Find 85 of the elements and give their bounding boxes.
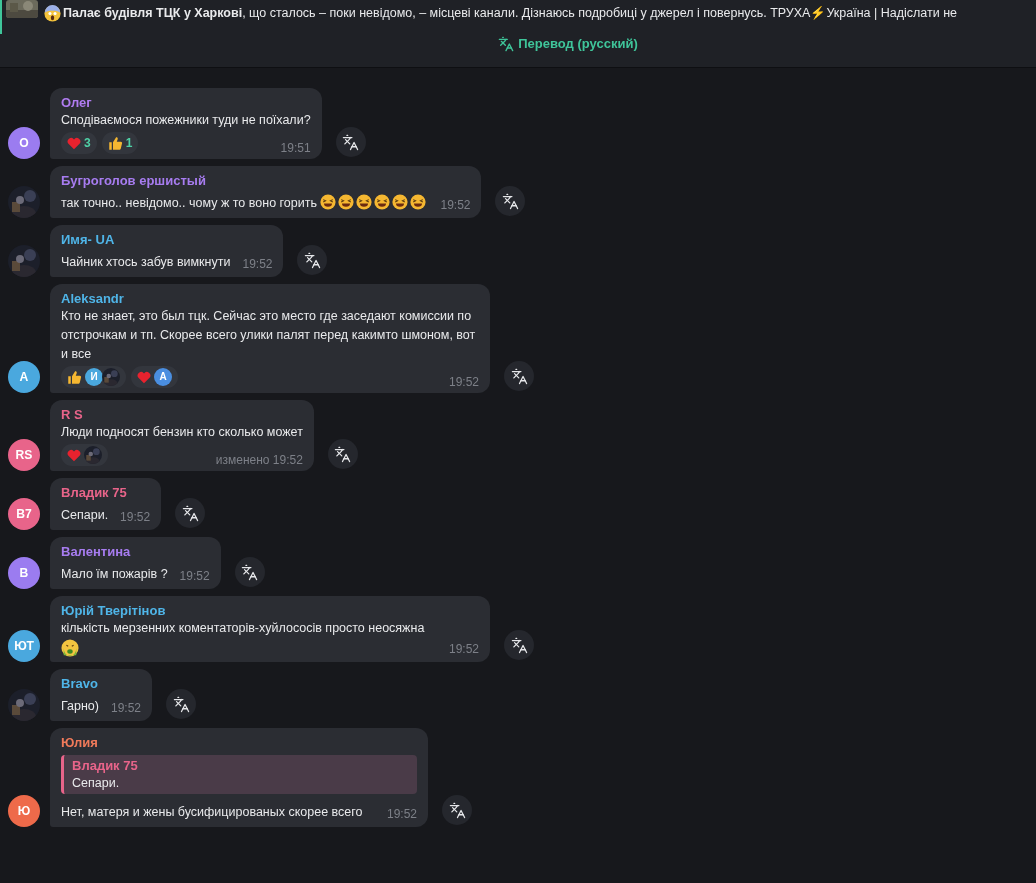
translate-icon <box>448 801 466 819</box>
message-time: 19:52 <box>448 642 479 656</box>
translate-button[interactable] <box>504 630 534 660</box>
message-text: Нет, матеря и жены бусифицированых скорее всего <box>61 804 363 821</box>
message-text: так точно.. невідомо.. чому ж то воно горить <box>61 194 429 213</box>
reaction-count: 1 <box>125 135 133 152</box>
laughing-face-icon <box>320 194 337 210</box>
laughing-face-icon <box>374 194 391 210</box>
translate-button[interactable] <box>166 689 197 719</box>
translate-icon <box>241 563 259 581</box>
translate-button[interactable] <box>335 127 366 157</box>
translate-icon <box>510 367 528 385</box>
reaction-chip[interactable] <box>61 444 108 466</box>
heart-icon <box>67 448 81 462</box>
pinned-message-bar[interactable]: Палає будівля ТЦК у Харкові, що сталось – поки невідомо, – місцеві канали. Дізнаюсь подробиці у джерел і повернусь. ТРУХА⚡Україна | Надіслати не Перевод (русский) <box>0 0 1036 68</box>
author-name: Юлия <box>61 734 99 751</box>
message-time: 19:52 <box>386 807 417 821</box>
translate-button[interactable] <box>504 361 534 391</box>
avatar[interactable]: В <box>8 557 40 589</box>
message-text: Чайник хтось забув вимкнути <box>61 254 231 271</box>
heart-icon <box>137 370 151 384</box>
translate-button[interactable] <box>442 795 472 825</box>
thumbs-up-icon <box>67 369 82 385</box>
translate-button[interactable] <box>495 186 526 216</box>
message-text: Гарно) <box>61 698 99 715</box>
translate-icon <box>498 35 515 52</box>
avatar[interactable]: О <box>8 127 40 159</box>
thumbs-up-icon <box>107 135 123 151</box>
sick-face-icon <box>61 638 79 657</box>
reply-author: Владик 75 <box>72 757 139 774</box>
translate-button[interactable] <box>297 245 328 275</box>
avatar[interactable]: A <box>8 361 40 393</box>
message-time: 19:52 <box>440 198 471 212</box>
message-text: Сподіваємося пожежники туди не поїхали? <box>61 112 311 129</box>
reaction-chip[interactable]: 1 <box>101 132 139 154</box>
author-name: Олег <box>61 94 93 111</box>
message-time: 19:52 <box>179 569 210 583</box>
author-name: Владик 75 <box>61 484 128 501</box>
message-time: 19:52 <box>448 376 479 388</box>
reaction-chip[interactable]: И <box>61 366 126 388</box>
avatar[interactable]: A <box>154 368 172 386</box>
message-text: Кто не знает, это был тцк. Сейчас это место где заседают комиссии по отстрочкам и тп. Скорее всего улики палят перед какимто шмоном, вот и все <box>61 308 477 363</box>
author-name: Валентина <box>61 543 132 560</box>
translate-button[interactable] <box>234 557 265 587</box>
reaction-count: 3 <box>84 135 91 152</box>
author-name: Бугроголов ершистый <box>61 172 207 189</box>
translate-icon <box>342 133 360 151</box>
heart-icon <box>67 136 81 150</box>
message-text: кількість мерзенних коментаторів-хуйлососів просто неосяжна <box>61 619 437 657</box>
translate-icon <box>502 192 519 210</box>
translate-icon <box>510 636 528 654</box>
message-time: 19:52 <box>242 257 273 271</box>
reply-text: Сепари. <box>72 775 121 792</box>
laughing-face-icon <box>392 194 409 210</box>
message-text: Мало їм пожарів ? <box>61 566 168 583</box>
translate-icon <box>172 695 190 713</box>
message-text: Сепари. <box>61 507 109 524</box>
translate-icon <box>334 445 352 463</box>
laughing-face-icon <box>338 194 355 210</box>
message-time: 19:52 <box>111 701 142 715</box>
author-name: Bravo <box>61 675 99 692</box>
avatar[interactable]: ЮТ <box>8 630 40 662</box>
message-time: 19:51 <box>280 142 311 154</box>
translate-button[interactable] <box>327 439 358 469</box>
message-text: Люди подносят бензин кто сколько может <box>61 424 303 441</box>
avatar[interactable]: RS <box>8 439 40 471</box>
avatar[interactable]: Ю <box>8 795 40 827</box>
translate-icon <box>181 504 199 522</box>
translate-button[interactable] <box>175 498 206 528</box>
message-time: изменено 19:52 <box>215 454 303 466</box>
author-name: Aleksandr <box>61 290 125 307</box>
scream-face-icon <box>44 4 61 22</box>
reaction-chip[interactable]: A <box>131 366 178 388</box>
author-name: Юрій Тверітінов <box>61 602 167 619</box>
avatar[interactable]: И <box>85 368 103 386</box>
message-time: 19:52 <box>120 510 151 524</box>
author-name: R S <box>61 406 84 423</box>
translate-bar-button[interactable]: Перевод (русский) <box>498 34 638 54</box>
laughing-face-icon <box>356 194 373 210</box>
pinned-message-text: Палає будівля ТЦК у Харкові, що сталось – поки невідомо, – місцеві канали. Дізнаюсь подробиці у джерел і повернусь. ТРУХА⚡Україна | Надіслати не <box>63 5 958 22</box>
laughing-face-icon <box>410 194 427 210</box>
translate-icon <box>304 251 321 269</box>
reaction-chip[interactable]: 3 <box>61 132 97 154</box>
avatar[interactable]: В7 <box>8 498 40 530</box>
author-name: Имя- UA <box>61 231 116 248</box>
